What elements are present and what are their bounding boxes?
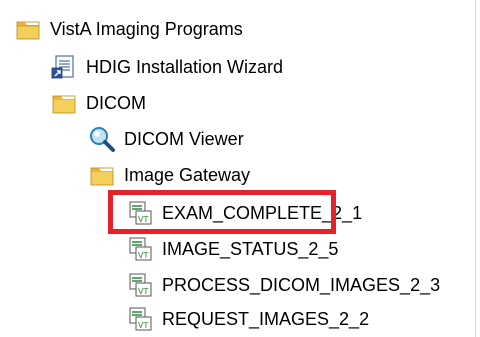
tree-item-process-dicom-images[interactable]: VT PROCESS_DICOM_IMAGES_2_3: [126, 268, 440, 302]
tree-item-label: VistA Imaging Programs: [50, 19, 243, 39]
folder-icon: [14, 15, 42, 43]
svg-text:VT: VT: [138, 287, 148, 296]
tree-item-label: Image Gateway: [124, 165, 251, 185]
tree-item-dicom-viewer[interactable]: DICOM Viewer: [88, 122, 244, 156]
mumps-routine-icon: VT: [126, 235, 154, 263]
magnifier-icon: [88, 125, 116, 153]
mumps-routine-icon: VT: [126, 305, 154, 333]
tree-item-request-images[interactable]: VT REQUEST_IMAGES_2_2: [126, 302, 369, 336]
tree-divider: [475, 0, 476, 337]
tree-item-label: DICOM Viewer: [124, 129, 244, 149]
folder-icon: [88, 161, 116, 189]
tree-item-label: IMAGE_STATUS_2_5: [162, 239, 339, 259]
tree-item-label: HDIG Installation Wizard: [86, 57, 284, 77]
mumps-routine-icon: VT: [126, 271, 154, 299]
tree-item-label: REQUEST_IMAGES_2_2: [162, 309, 370, 329]
tree-item-label: PROCESS_DICOM_IMAGES_2_3: [162, 275, 441, 295]
program-tree: VistA Imaging Programs HDIG Installation…: [0, 0, 480, 337]
svg-text:VT: VT: [138, 251, 148, 260]
folder-icon: [50, 89, 78, 117]
tree-item-vista-imaging-programs[interactable]: VistA Imaging Programs: [14, 12, 243, 46]
highlight-box: [108, 190, 336, 234]
document-program-icon: [50, 53, 78, 81]
tree-item-dicom[interactable]: DICOM: [50, 86, 146, 120]
tree-item-label: DICOM: [86, 93, 146, 113]
tree-item-hdig-installation-wizard[interactable]: HDIG Installation Wizard: [50, 50, 283, 84]
tree-item-image-gateway[interactable]: Image Gateway: [88, 158, 250, 192]
tree-item-image-status[interactable]: VT IMAGE_STATUS_2_5: [126, 232, 338, 266]
svg-text:VT: VT: [138, 321, 148, 330]
